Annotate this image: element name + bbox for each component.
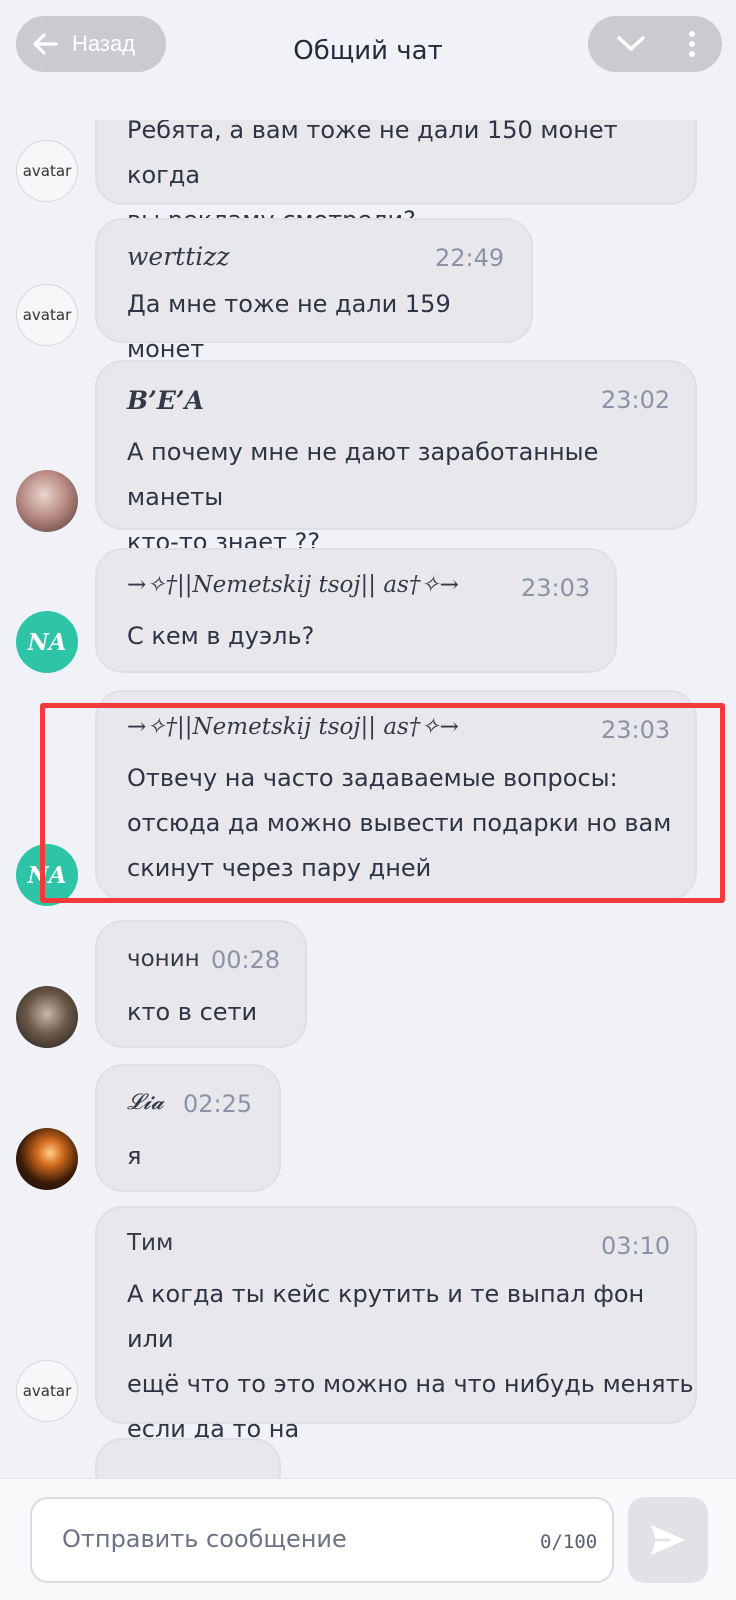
sender-name[interactable]: 𝓛𝓲𝓪 — [127, 1090, 164, 1115]
message-list[interactable]: Ребята, а вам тоже не дали 150 монет ког… — [0, 120, 736, 1478]
message-time: 03:10 — [601, 1232, 671, 1260]
message-bubble[interactable]: чонин 00:28 кто в сети — [95, 920, 307, 1048]
send-icon — [651, 1525, 685, 1555]
message-input-placeholder: Отправить сообщение — [62, 1525, 347, 1553]
message-text: С кем в дуэль? — [127, 622, 315, 650]
avatar[interactable]: avatar — [16, 284, 78, 346]
sender-name[interactable]: чонин — [127, 946, 200, 972]
avatar[interactable] — [16, 986, 78, 1048]
composer-bar: Отправить сообщение 0/100 — [0, 1478, 736, 1600]
avatar[interactable] — [16, 470, 78, 532]
header-actions — [588, 16, 722, 72]
send-button[interactable] — [628, 1497, 708, 1583]
message-bubble[interactable]: Тим 03:10 А когда ты кейс крутить и те в… — [95, 1206, 697, 1443]
avatar[interactable] — [16, 1128, 78, 1190]
avatar[interactable]: avatar — [16, 140, 78, 202]
message-bubble[interactable] — [95, 1438, 281, 1478]
message-text: А когда ты кейс крутить и те выпал фон и… — [127, 1280, 694, 1443]
message-bubble[interactable]: werttizz 22:49 Да мне тоже не дали 159 м… — [95, 218, 533, 363]
sender-name[interactable]: werttizz — [127, 242, 230, 271]
message-time: 23:02 — [601, 386, 671, 414]
highlight-box — [40, 703, 725, 903]
message-bubble[interactable]: B’E’A 23:02 А почему мне не дают заработ… — [95, 360, 697, 556]
avatar[interactable]: avatar — [16, 1360, 78, 1422]
sender-name[interactable]: B’E’A — [127, 386, 204, 415]
message-text: кто в сети — [127, 998, 258, 1026]
message-time: 00:28 — [211, 946, 281, 974]
message-time: 02:25 — [183, 1090, 253, 1118]
char-counter: 0/100 — [540, 1531, 598, 1553]
message-time: 23:03 — [521, 574, 591, 602]
message-bubble[interactable]: 𝓛𝓲𝓪 02:25 я — [95, 1064, 281, 1192]
message-text: А почему мне не дают заработанные манеты… — [127, 438, 599, 556]
chevron-down-icon[interactable] — [606, 28, 656, 60]
message-text: я — [127, 1142, 142, 1170]
message-bubble[interactable]: Ребята, а вам тоже не дали 150 монет ког… — [95, 120, 697, 234]
message-input[interactable]: Отправить сообщение 0/100 — [30, 1497, 614, 1583]
message-time: 22:49 — [435, 244, 505, 272]
avatar[interactable]: NA — [16, 611, 78, 673]
sender-name[interactable]: →✧†||Nemetskij tsoj|| as†✧→ — [127, 572, 459, 598]
message-text: Да мне тоже не дали 159 монет — [127, 290, 451, 363]
chat-header: Назад Общий чат — [0, 0, 736, 120]
sender-name[interactable]: Тим — [127, 1230, 173, 1256]
message-bubble[interactable]: →✧†||Nemetskij tsoj|| as†✧→ 23:03 С кем … — [95, 548, 617, 673]
more-options-icon[interactable] — [680, 28, 704, 60]
